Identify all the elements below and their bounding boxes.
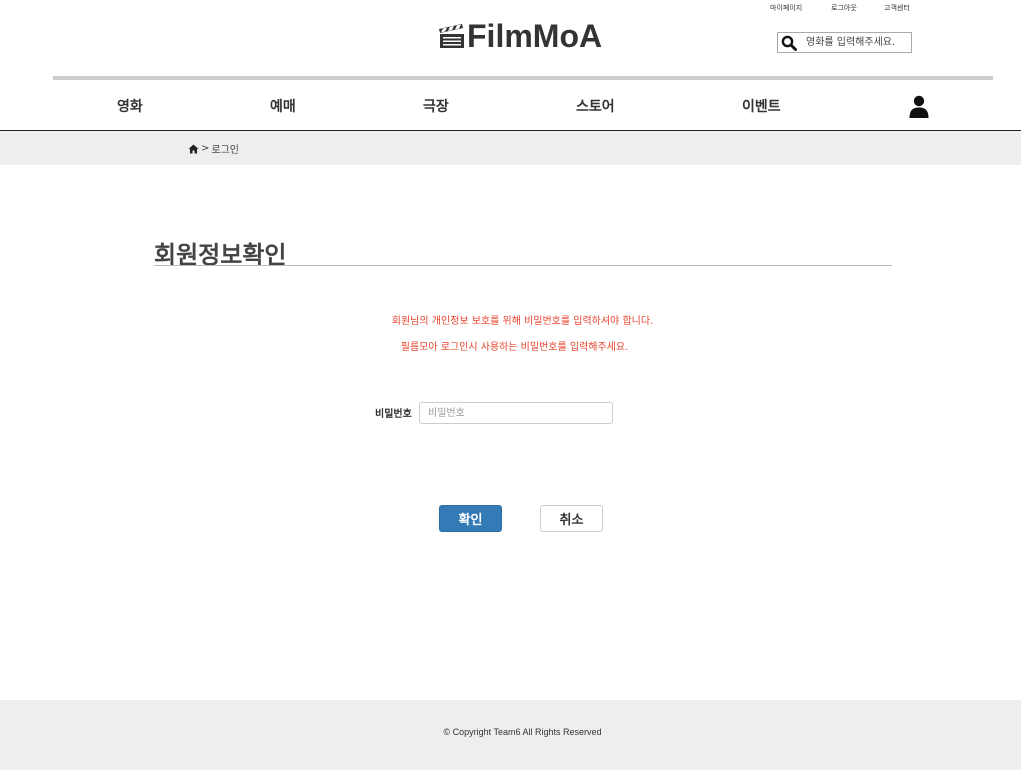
password-label: 비밀번호 xyxy=(375,409,412,420)
mypage-link[interactable]: 마이페이지 xyxy=(770,3,802,13)
breadcrumb-current: 로그인 xyxy=(211,145,239,156)
breadcrumb-bar: > 로그인 xyxy=(0,131,1021,165)
header-divider xyxy=(53,76,993,80)
breadcrumb-separator: > xyxy=(201,143,210,154)
cancel-button[interactable]: 취소 xyxy=(540,505,603,532)
logout-link[interactable]: 로그아웃 xyxy=(831,3,857,13)
customer-center-link[interactable]: 고객센터 xyxy=(884,3,910,13)
search-icon[interactable] xyxy=(778,33,800,52)
nav-item-event[interactable]: 이벤트 xyxy=(742,96,781,116)
search-box xyxy=(777,32,912,53)
confirm-button[interactable]: 확인 xyxy=(439,505,502,532)
breadcrumb: > 로그인 xyxy=(188,141,239,156)
user-icon[interactable] xyxy=(908,95,930,119)
site-logo[interactable]: FilmMoA xyxy=(438,18,602,54)
title-divider xyxy=(154,265,892,266)
logo-text: FilmMoA xyxy=(467,17,603,54)
footer: © Copyright Team6 All Rights Reserved xyxy=(0,700,1021,770)
search-input[interactable] xyxy=(800,34,908,51)
password-field[interactable] xyxy=(419,402,613,424)
nav-item-booking[interactable]: 예매 xyxy=(270,96,296,116)
main-nav: 영화 예매 극장 스토어 이벤트 xyxy=(0,88,1021,128)
nav-item-movie[interactable]: 영화 xyxy=(117,96,143,116)
copyright-text: © Copyright Team6 All Rights Reserved xyxy=(443,727,602,737)
nav-item-store[interactable]: 스토어 xyxy=(576,96,615,116)
home-icon[interactable] xyxy=(188,144,199,154)
password-instruction: 필름모아 로그인시 사용하는 비밀번호를 입력해주세요. xyxy=(400,342,629,353)
clapperboard-icon xyxy=(438,23,466,49)
privacy-notice: 회원님의 개인정보 보호를 위해 비밀번호를 입력하셔야 합니다. xyxy=(391,316,654,327)
nav-item-theater[interactable]: 극장 xyxy=(423,96,449,116)
